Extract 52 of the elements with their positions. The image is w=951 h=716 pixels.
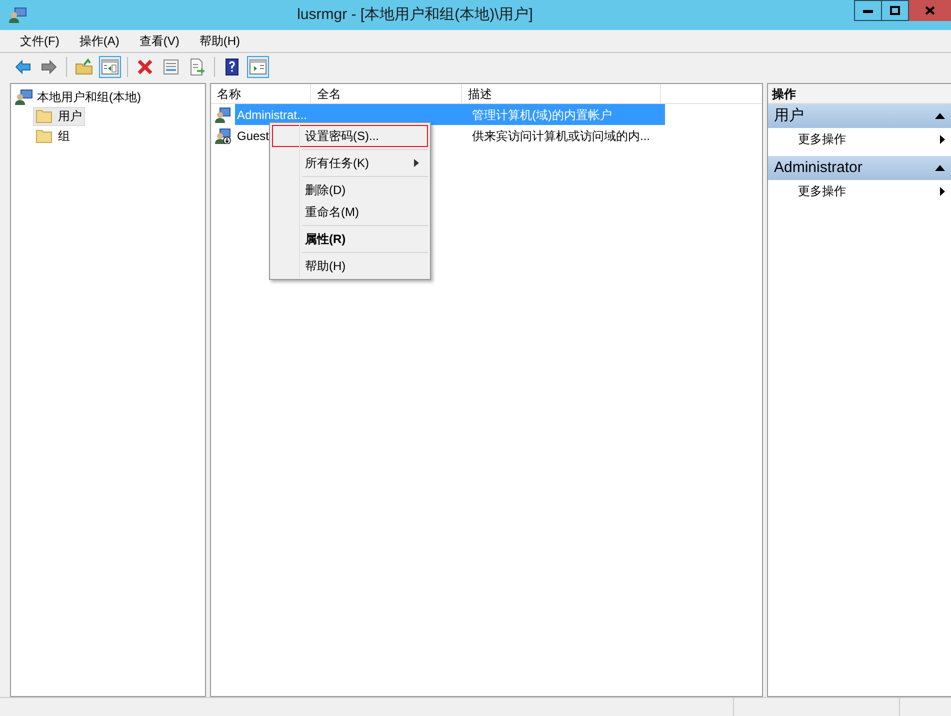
folder-icon (36, 109, 52, 123)
guest-user-icon (215, 128, 231, 144)
computer-users-icon (15, 89, 33, 105)
delete-icon (136, 58, 154, 76)
action-pane-icon (249, 58, 267, 76)
column-header[interactable]: 全名 (311, 84, 462, 103)
menu-item[interactable]: 文件(F) (12, 32, 68, 50)
column-header[interactable]: 名称 (211, 84, 311, 103)
export-list-icon (188, 58, 206, 76)
submenu-arrow-icon (940, 134, 945, 144)
tree-item-label: 用户 (58, 108, 82, 125)
table-cell-text: 供来宾访问计算机或访问域的内... (471, 128, 652, 144)
tree-item[interactable]: 组 (33, 126, 73, 146)
table-cell: 管理计算机(域)的内置帐户 (466, 104, 665, 125)
tree-item-label: 组 (58, 128, 70, 145)
folder-up-icon (75, 58, 93, 76)
help-book-icon (223, 58, 241, 76)
computer-users-icon (9, 7, 27, 23)
action-item[interactable]: 更多操作 (768, 180, 951, 202)
menu-item[interactable]: 操作(A) (71, 32, 128, 50)
forward-arrow-icon (40, 58, 58, 76)
context-menu-item[interactable]: 删除(D) (272, 179, 428, 201)
menu-item[interactable]: 查看(V) (131, 32, 188, 50)
section-header[interactable]: 用户 (768, 104, 951, 128)
folder-icon (36, 129, 52, 143)
user-icon (215, 106, 231, 122)
window-title: lusrmgr - [本地用户和组(本地)\用户] (297, 4, 533, 25)
properties-icon (162, 58, 180, 76)
collapse-triangle-icon (935, 113, 945, 119)
column-header[interactable]: 描述 (462, 84, 661, 103)
context-menu-item[interactable]: 设置密码(S)... (272, 125, 428, 147)
context-menu-item[interactable]: 帮助(H) (272, 255, 428, 277)
actions-header: 操作 (768, 84, 951, 104)
close-button[interactable] (909, 0, 951, 21)
submenu-arrow-icon (414, 159, 419, 167)
tree-item[interactable]: 用户 (33, 106, 85, 126)
back-arrow-icon (14, 58, 32, 76)
action-item[interactable]: 更多操作 (768, 128, 951, 150)
context-menu-item[interactable]: 所有任务(K) (272, 152, 428, 174)
section-header[interactable]: Administrator (768, 156, 951, 180)
minimize-button[interactable] (854, 0, 882, 21)
tree-item[interactable]: 本地用户和组(本地) (37, 88, 141, 106)
tree-pane-icon (101, 58, 119, 76)
submenu-arrow-icon (940, 186, 945, 196)
close-icon (925, 6, 935, 15)
menu-item[interactable]: 帮助(H) (191, 32, 248, 50)
maximize-button[interactable] (882, 0, 909, 21)
maximize-icon (890, 6, 900, 15)
collapse-triangle-icon (935, 165, 945, 171)
minimize-icon (863, 8, 873, 12)
context-menu-item[interactable]: 重命名(M) (272, 201, 428, 223)
context-menu-item[interactable]: 属性(R) (272, 228, 428, 250)
